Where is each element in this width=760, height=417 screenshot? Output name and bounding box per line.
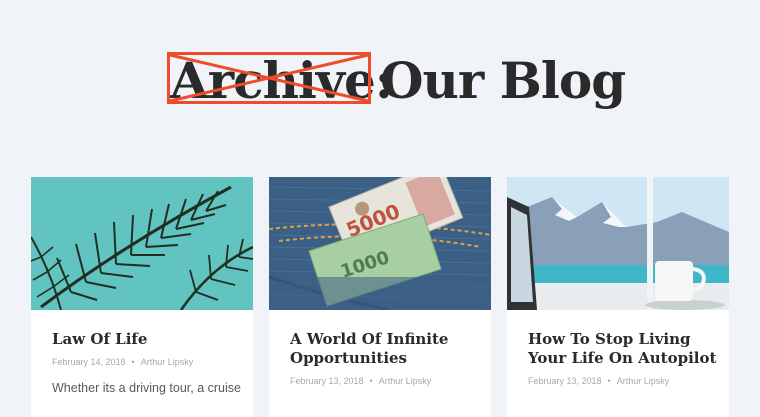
strike-cross: [169, 53, 369, 103]
meta-separator: •: [607, 376, 611, 386]
post-image-money-pocket[interactable]: 5000 1000: [269, 177, 491, 310]
post-date: February 13, 2018: [290, 376, 364, 386]
post-author[interactable]: Arthur Lipsky: [379, 376, 432, 386]
post-meta: February 13, 2018 • Arthur Lipsky: [528, 376, 669, 386]
post-date: February 14, 2018: [52, 357, 126, 367]
blog-card[interactable]: Law Of Life February 14, 2018 • Arthur Lip…: [31, 177, 253, 417]
page-title: Our Blog: [380, 51, 626, 110]
post-meta: February 13, 2018 • Arthur Lipsky: [290, 376, 431, 386]
post-image-mountain-lake[interactable]: [507, 177, 729, 310]
post-author[interactable]: Arthur Lipsky: [141, 357, 194, 367]
post-date: February 13, 2018: [528, 376, 602, 386]
post-title[interactable]: How To Stop Living Your Life On Autopilo…: [528, 330, 718, 368]
post-author[interactable]: Arthur Lipsky: [617, 376, 670, 386]
meta-separator: •: [131, 357, 135, 367]
post-title[interactable]: A World Of Infinite Opportunities: [290, 330, 480, 368]
post-image-palm-leaves[interactable]: [31, 177, 253, 310]
post-excerpt: Whether its a driving tour, a cruise: [52, 381, 241, 395]
post-meta: February 14, 2018 • Arthur Lipsky: [52, 357, 193, 367]
post-title[interactable]: Law Of Life: [52, 330, 242, 349]
blog-card[interactable]: 5000 1000 A World Of Infinite Opportunit…: [269, 177, 491, 417]
blog-card[interactable]: How To Stop Living Your Life On Autopilo…: [507, 177, 729, 417]
meta-separator: •: [369, 376, 373, 386]
blog-heading: Archive: Our Blog: [0, 48, 760, 118]
